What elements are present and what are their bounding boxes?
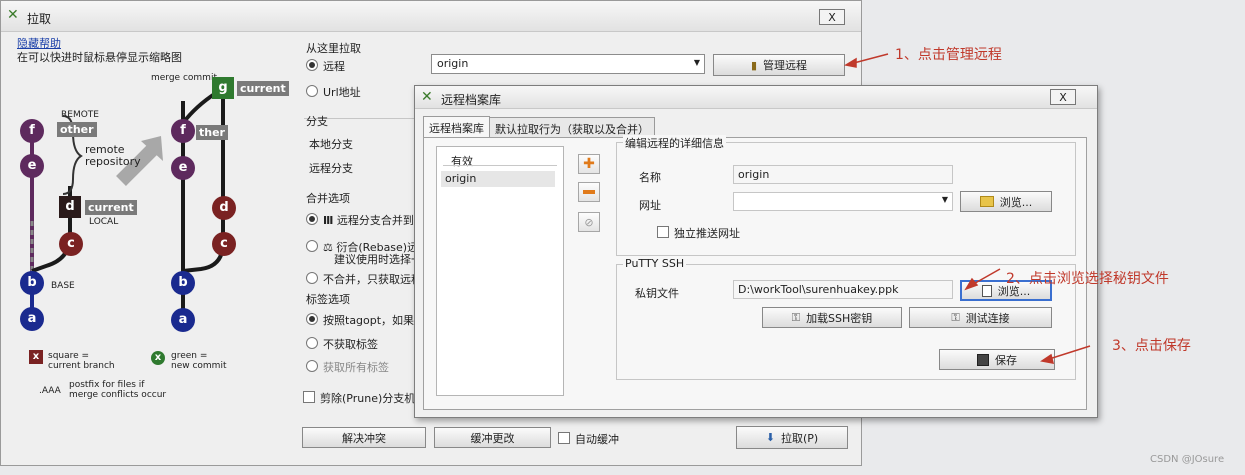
- annotation-step3: 3、点击保存: [1112, 338, 1191, 354]
- annotation-step2: 2、点击浏览选择秘钥文件: [1006, 271, 1169, 287]
- annotation-step1: 1、点击管理远程: [895, 47, 1002, 63]
- watermark: CSDN @JOsure: [1150, 454, 1225, 465]
- screenshot: ✕ 拉取 X 隐藏帮助 在可以快进时鼠标悬停显示缩略图 merge commit…: [0, 0, 1245, 475]
- annotation-arrows: [843, 53, 1091, 364]
